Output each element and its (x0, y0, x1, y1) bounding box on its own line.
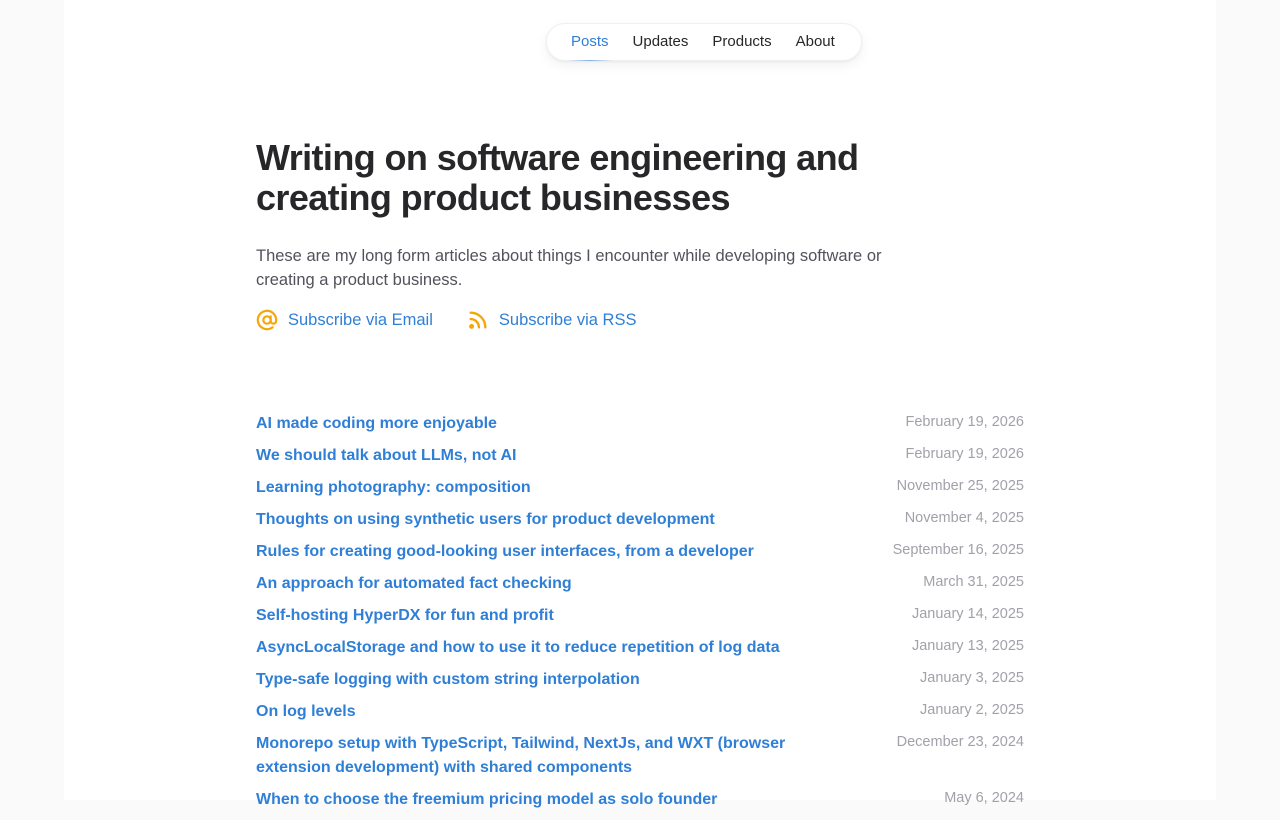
post-item: Learning photography: composition Novemb… (256, 476, 1024, 500)
post-title-link[interactable]: An approach for automated fact checking (256, 572, 572, 596)
nav-item-updates[interactable]: Updates (621, 24, 701, 60)
nav-item-posts[interactable]: Posts (559, 24, 621, 61)
post-item: Rules for creating good-looking user int… (256, 540, 1024, 564)
post-item: AsyncLocalStorage and how to use it to r… (256, 636, 1024, 660)
rss-icon (467, 309, 489, 331)
post-date: January 2, 2025 (920, 702, 1024, 718)
post-title-link[interactable]: Thoughts on using synthetic users for pr… (256, 508, 715, 532)
post-date: May 6, 2024 (944, 790, 1024, 806)
page-title-line-2: creating product businesses (256, 177, 731, 218)
post-item: Thoughts on using synthetic users for pr… (256, 508, 1024, 532)
hero-section: Writing on software engineering and crea… (256, 138, 956, 332)
post-title-link[interactable]: On log levels (256, 700, 356, 724)
page-container: Posts Updates Products About Writing on … (64, 0, 1216, 808)
post-date: February 19, 2026 (905, 414, 1025, 430)
post-title-link[interactable]: Self-hosting HyperDX for fun and profit (256, 604, 554, 628)
post-date: November 25, 2025 (896, 478, 1024, 494)
post-item: When to choose the freemium pricing mode… (256, 788, 1024, 812)
post-date: February 19, 2026 (905, 446, 1025, 462)
post-item: Monorepo setup with TypeScript, Tailwind… (256, 732, 1024, 780)
post-date: January 3, 2025 (920, 670, 1024, 686)
post-date: November 4, 2025 (904, 510, 1024, 526)
subscribe-email-label: Subscribe via Email (288, 310, 433, 329)
post-list: AI made coding more enjoyable February 1… (256, 412, 1024, 820)
page-title-line-1: Writing on software engineering and (256, 137, 859, 178)
subscribe-rss-link[interactable]: Subscribe via RSS (467, 309, 637, 331)
post-title-link[interactable]: Learning photography: composition (256, 476, 531, 500)
at-sign-icon (256, 309, 278, 331)
post-title-link[interactable]: Type-safe logging with custom string int… (256, 668, 640, 692)
post-date: December 23, 2024 (896, 734, 1024, 750)
post-date: March 31, 2025 (923, 574, 1024, 590)
post-item: An approach for automated fact checking … (256, 572, 1024, 596)
post-item: Self-hosting HyperDX for fun and profit … (256, 604, 1024, 628)
post-item: We should talk about LLMs, not AI Februa… (256, 444, 1024, 468)
post-title-link[interactable]: When to choose the freemium pricing mode… (256, 788, 717, 812)
subscribe-links: Subscribe via Email Subscribe via RSS (256, 308, 956, 332)
post-title-link[interactable]: We should talk about LLMs, not AI (256, 444, 516, 468)
top-nav: Posts Updates Products About (546, 23, 862, 61)
post-item: AI made coding more enjoyable February 1… (256, 412, 1024, 436)
post-date: September 16, 2025 (892, 542, 1024, 558)
post-date: January 14, 2025 (911, 606, 1024, 622)
post-title-link[interactable]: Rules for creating good-looking user int… (256, 540, 754, 564)
post-item: Type-safe logging with custom string int… (256, 668, 1024, 692)
nav-item-about[interactable]: About (784, 24, 847, 60)
nav-item-products[interactable]: Products (700, 24, 783, 60)
page-intro: These are my long form articles about th… (256, 247, 882, 289)
post-title-link[interactable]: Monorepo setup with TypeScript, Tailwind… (256, 732, 856, 780)
subscribe-rss-label: Subscribe via RSS (498, 310, 637, 329)
subscribe-email-link[interactable]: Subscribe via Email (256, 309, 433, 331)
page-title: Writing on software engineering and crea… (256, 138, 956, 218)
post-title-link[interactable]: AsyncLocalStorage and how to use it to r… (256, 636, 780, 660)
post-item: On log levels January 2, 2025 (256, 700, 1024, 724)
post-title-link[interactable]: AI made coding more enjoyable (256, 412, 497, 436)
post-date: January 13, 2025 (911, 638, 1024, 654)
